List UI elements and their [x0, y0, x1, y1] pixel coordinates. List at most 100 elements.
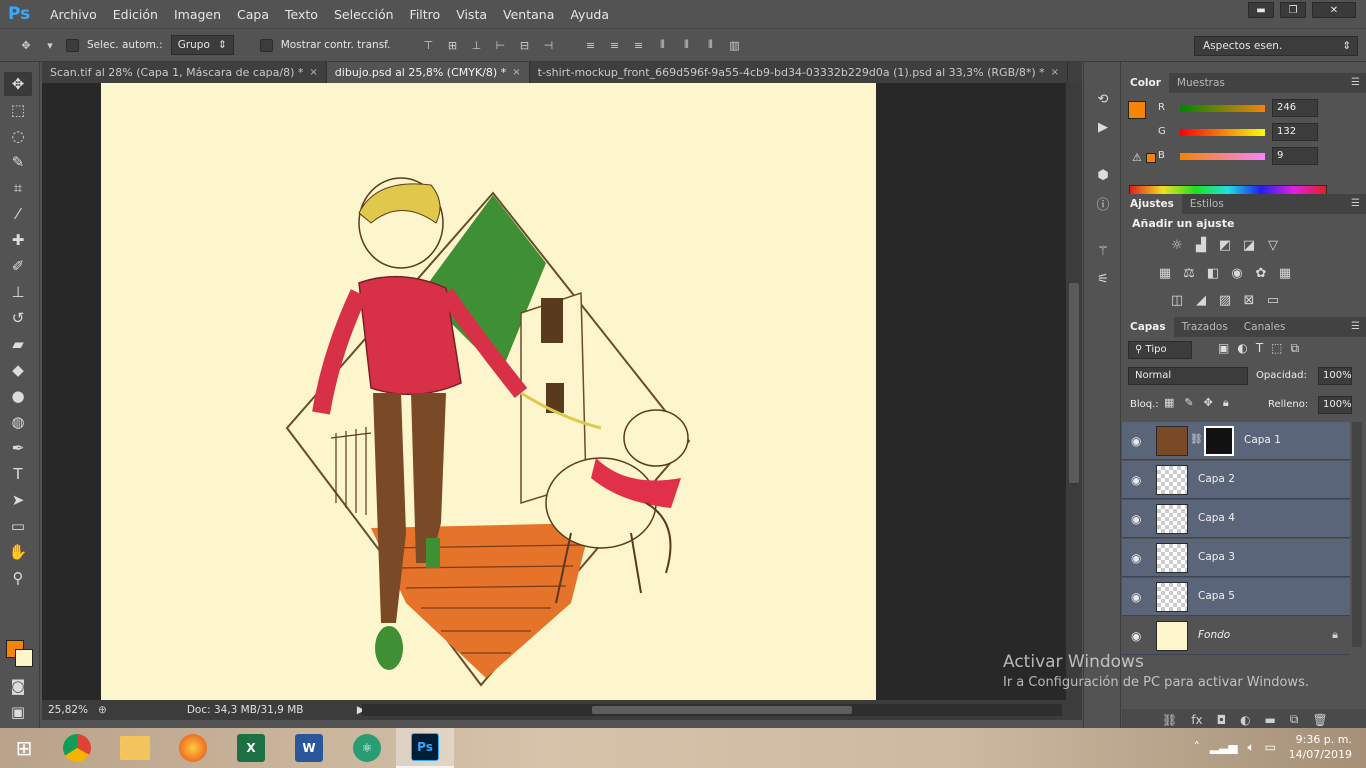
link-layers-icon[interactable]: ⛓ [1162, 713, 1177, 727]
path-select-tool-icon[interactable]: ➤ [4, 488, 32, 512]
brightness-icon[interactable]: ☼ [1168, 236, 1186, 254]
network-icon[interactable]: ▂▃▅ [1210, 740, 1238, 755]
posterize-icon[interactable]: ◢ [1192, 291, 1210, 309]
panel-menu-icon[interactable]: ☰ [1351, 321, 1360, 332]
gamut-swatch[interactable] [1146, 153, 1156, 163]
adjustment-filter-icon[interactable]: ◐ [1237, 341, 1247, 356]
delete-layer-icon[interactable]: 🗑︎ [1312, 713, 1327, 727]
taskbar-firefox[interactable] [164, 728, 222, 768]
vertical-scrollbar[interactable] [1066, 83, 1082, 700]
horizontal-scrollbar[interactable] [362, 704, 1062, 716]
distribute-left-icon[interactable]: ⦀ [654, 37, 670, 53]
hand-tool-icon[interactable]: ✋ [4, 540, 32, 564]
taskbar-chrome[interactable] [48, 728, 106, 768]
slider-b[interactable]: B 9 [1158, 147, 1358, 167]
eye-icon[interactable]: ◉ [1131, 512, 1141, 526]
eyedropper-tool-icon[interactable]: ⁄ [4, 202, 32, 226]
chevron-up-icon[interactable]: ˄ [1194, 740, 1200, 755]
actions-play-icon[interactable]: ▶ [1090, 116, 1116, 138]
taskbar-atom[interactable]: ⚛ [338, 728, 396, 768]
menu-texto[interactable]: Texto [277, 7, 326, 22]
slider-value-input[interactable]: 132 [1272, 123, 1318, 141]
taskbar-file-explorer[interactable] [106, 728, 164, 768]
align-top-icon[interactable]: ⊤ [420, 37, 436, 53]
eye-icon[interactable]: ◉ [1131, 590, 1141, 604]
lock-all-icon[interactable]: 🔒︎ [1223, 396, 1229, 410]
auto-select-target-select[interactable]: Grupo ⇕ [170, 35, 234, 55]
lasso-tool-icon[interactable]: ◌ [4, 124, 32, 148]
menu-vista[interactable]: Vista [448, 7, 495, 22]
align-vcenter-icon[interactable]: ⊞ [444, 37, 460, 53]
layer-row[interactable]: ◉ ⛓ Capa 1 [1122, 422, 1350, 460]
distribute-bottom-icon[interactable]: ≡ [630, 37, 646, 53]
layer-row[interactable]: ◉ Capa 2 [1122, 461, 1350, 499]
blend-mode-select[interactable]: Normal [1128, 367, 1248, 385]
eye-icon[interactable]: ◉ [1131, 551, 1141, 565]
zoom-tool-icon[interactable]: ⚲ [4, 566, 32, 590]
layer-row[interactable]: ◉ Capa 3 [1122, 539, 1350, 577]
close-icon[interactable]: × [309, 67, 317, 78]
zoom-level[interactable]: 25,82% [42, 704, 92, 716]
photo-filter-icon[interactable]: ◉ [1228, 264, 1246, 282]
menu-capa[interactable]: Capa [229, 7, 277, 22]
new-group-icon[interactable]: ▬ [1265, 713, 1276, 727]
3d-icon[interactable]: ⬢ [1090, 164, 1116, 186]
tab-estilos[interactable]: Estilos [1182, 194, 1232, 214]
shape-tool-icon[interactable]: ▭ [4, 514, 32, 538]
history-brush-tool-icon[interactable]: ↺ [4, 306, 32, 330]
layer-row[interactable]: ◉ Capa 4 [1122, 500, 1350, 538]
auto-select-checkbox[interactable] [66, 38, 79, 52]
vibrance-icon[interactable]: ▽ [1264, 236, 1282, 254]
slider-r[interactable]: R 246 [1158, 99, 1358, 119]
document-size-info[interactable]: Doc: 34,3 MB/31,9 MB [187, 704, 347, 716]
close-button[interactable]: ✕ [1312, 2, 1356, 18]
properties-icon[interactable]: ⚟ [1090, 268, 1116, 290]
align-hcenter-icon[interactable]: ⊟ [516, 37, 532, 53]
eraser-tool-icon[interactable]: ▰ [4, 332, 32, 356]
tab-canales[interactable]: Canales [1236, 317, 1294, 337]
move-tool-icon[interactable]: ✥ [4, 72, 32, 96]
layer-row[interactable]: ◉ Capa 5 [1122, 578, 1350, 616]
tab-scan[interactable]: Scan.tif al 28% (Capa 1, Máscara de capa… [42, 62, 327, 83]
share-icon[interactable]: ⊕ [98, 704, 107, 716]
smart-object-filter-icon[interactable]: ⧉ [1291, 341, 1300, 356]
document-canvas[interactable] [101, 83, 876, 700]
tab-dibujo[interactable]: dibujo.psd al 25,8% (CMYK/8) * × [326, 62, 530, 83]
lock-position-icon[interactable]: ✥ [1204, 396, 1213, 410]
eye-icon[interactable]: ◉ [1131, 434, 1141, 448]
distribute-hcenter-icon[interactable]: ⦀ [678, 37, 694, 53]
color-fg-swatch[interactable] [1128, 101, 1146, 119]
history-icon[interactable]: ⟲ [1090, 88, 1116, 110]
layer-row[interactable]: ◉ Fondo 🔒︎ [1122, 617, 1350, 655]
curves-icon[interactable]: ◩ [1216, 236, 1234, 254]
paint-bucket-tool-icon[interactable]: ◆ [4, 358, 32, 382]
menu-filtro[interactable]: Filtro [402, 7, 449, 22]
slider-track[interactable] [1180, 153, 1265, 160]
adjustment-layer-icon[interactable]: ◐ [1240, 713, 1250, 727]
minimize-button[interactable]: ▬ [1248, 2, 1274, 18]
taskbar-photoshop[interactable]: Ps [396, 728, 454, 768]
tab-ajustes[interactable]: Ajustes [1122, 194, 1182, 214]
fx-icon[interactable]: fx [1191, 713, 1202, 727]
layer-mask-thumbnail[interactable] [1204, 426, 1234, 456]
show-transform-checkbox[interactable] [259, 38, 273, 52]
menu-seleccion[interactable]: Selección [326, 7, 402, 22]
marquee-tool-icon[interactable]: ⬚ [4, 98, 32, 122]
align-bottom-icon[interactable]: ⊥ [468, 37, 484, 53]
type-tool-icon[interactable]: T [4, 462, 32, 486]
menu-ventana[interactable]: Ventana [495, 7, 562, 22]
screen-mode-icon[interactable]: ▣ [4, 700, 32, 724]
battery-icon[interactable]: ▭ [1265, 740, 1276, 755]
slider-g[interactable]: G 132 [1158, 123, 1358, 143]
brush-preset-icon[interactable]: ⚚ [1090, 240, 1116, 262]
type-filter-icon[interactable]: T [1256, 341, 1263, 356]
volume-icon[interactable]: 🔈︎ [1247, 740, 1254, 755]
add-mask-icon[interactable]: ◘ [1217, 713, 1227, 727]
menu-edicion[interactable]: Edición [105, 7, 166, 22]
tab-trazados[interactable]: Trazados [1174, 317, 1236, 337]
align-left-icon[interactable]: ⊢ [492, 37, 508, 53]
slider-value-input[interactable]: 9 [1272, 147, 1318, 165]
workspace-select[interactable]: Aspectos esen. ⇕ [1194, 36, 1358, 56]
align-right-icon[interactable]: ⊣ [540, 37, 556, 53]
stamp-tool-icon[interactable]: ⊥ [4, 280, 32, 304]
